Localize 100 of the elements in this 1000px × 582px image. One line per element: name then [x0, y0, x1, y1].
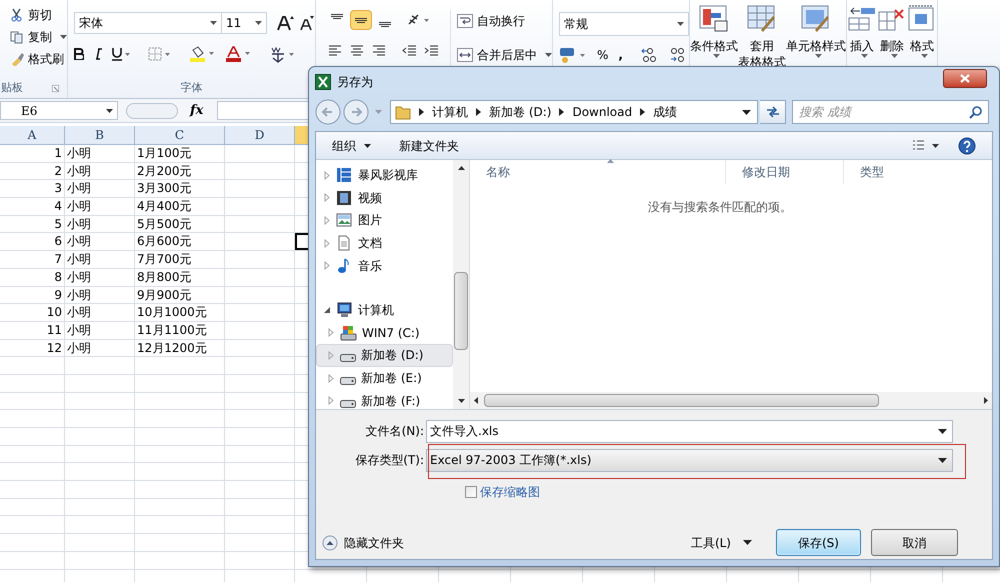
nav-item[interactable]: 新加卷 (F:) — [316, 389, 453, 409]
nav-item[interactable]: 图片 — [316, 209, 453, 232]
table-cell: 小明 — [65, 180, 135, 198]
horizontal-scrollbar[interactable] — [470, 392, 992, 409]
align-button[interactable] — [350, 10, 372, 30]
caret-icon[interactable] — [210, 21, 217, 25]
scroll-thumb[interactable] — [484, 394, 879, 407]
copy-icon — [10, 30, 24, 44]
organize-button[interactable]: 组织 — [332, 136, 371, 154]
tools-button[interactable]: 工具(L) — [690, 534, 752, 552]
breadcrumb-item[interactable]: Download — [572, 103, 632, 121]
table-cell: 6 — [0, 233, 65, 250]
caret-icon[interactable] — [106, 108, 113, 112]
percent-button[interactable]: % — [597, 46, 608, 64]
save-button[interactable]: 保存(S) — [776, 529, 861, 556]
splitter-handle[interactable] — [126, 102, 178, 118]
font-color-icon[interactable] — [226, 46, 252, 62]
underline-icon[interactable] — [112, 47, 130, 61]
clipboard-button[interactable]: 复制 — [0, 26, 67, 48]
clipboard-button[interactable]: 剪切 — [0, 4, 67, 26]
nav-item[interactable]: WIN7 (C:) — [316, 322, 453, 344]
ribbon-button[interactable]: 插入 — [847, 4, 877, 96]
table-cell: 10月1000元 — [135, 304, 225, 321]
increase-indent-icon[interactable] — [424, 44, 438, 57]
ribbon-button[interactable]: 条件格式 — [690, 4, 738, 96]
breadcrumb-item[interactable]: 成绩 — [653, 103, 678, 121]
field-label: 保存类型(T): — [354, 452, 425, 469]
font-size-field[interactable]: 11 — [222, 12, 267, 34]
refresh-button[interactable] — [760, 100, 786, 124]
new-folder-button[interactable]: 新建文件夹 — [399, 136, 459, 154]
align-center-icon[interactable] — [350, 44, 364, 57]
grow-font-icon[interactable] — [275, 15, 295, 31]
table-cell: 4 — [0, 198, 65, 215]
scroll-down-icon[interactable] — [458, 399, 464, 403]
breadcrumb-item[interactable]: 计算机 — [432, 103, 468, 121]
table-cell: 12月1200元 — [135, 340, 225, 356]
scissors-icon — [10, 8, 24, 22]
table-cell: 小明 — [65, 145, 135, 162]
caret-icon[interactable] — [60, 35, 67, 39]
ribbon-button[interactable]: 单元格样式 — [786, 4, 846, 96]
nav-item[interactable]: 文档 — [316, 232, 453, 254]
nav-item[interactable]: 暴风影视库 — [316, 164, 453, 187]
phonetic-icon[interactable] — [270, 45, 296, 63]
nav-item[interactable]: 计算机 — [316, 298, 453, 322]
table-cell: 11 — [0, 322, 65, 339]
dropdown-icon[interactable] — [742, 110, 751, 114]
currency-icon[interactable] — [559, 46, 587, 64]
nav-item[interactable]: 新加卷 (E:) — [316, 366, 453, 390]
column-header[interactable]: B — [65, 126, 135, 144]
scroll-left-icon[interactable] — [474, 397, 478, 404]
border-icon[interactable] — [148, 47, 172, 61]
align-left-icon[interactable] — [328, 44, 342, 57]
help-icon[interactable] — [958, 136, 976, 154]
merge-center-button[interactable]: 合并后居中 — [457, 44, 552, 66]
function-button[interactable]: fx — [190, 100, 204, 120]
caret-icon[interactable] — [545, 53, 552, 57]
clipboard-button[interactable]: 格式刷 — [0, 48, 67, 70]
caret-icon[interactable] — [255, 21, 262, 25]
cancel-button[interactable]: 取消 — [871, 529, 958, 556]
collapse-icon[interactable] — [323, 306, 331, 315]
scroll-thumb[interactable] — [454, 272, 468, 350]
column-header[interactable]: C — [135, 126, 225, 144]
scroll-right-icon[interactable] — [984, 397, 988, 404]
view-icon[interactable] — [912, 140, 940, 152]
save-type-dropdown[interactable]: Excel 97-2003 工作簿(*.xls) — [426, 448, 953, 472]
number-format-field[interactable]: 常规 — [559, 12, 689, 36]
vertical-scrollbar[interactable] — [453, 160, 470, 409]
hide-folders-button[interactable]: 隐藏文件夹 — [322, 534, 404, 552]
column-header[interactable]: 修改日期 — [726, 160, 844, 184]
align-icon — [379, 22, 391, 26]
align-right-icon[interactable] — [372, 44, 386, 57]
column-header[interactable]: 类型 — [844, 160, 904, 184]
table-cell: 8 — [0, 268, 65, 286]
increase-decimal-icon[interactable] — [640, 47, 659, 63]
checkbox-label[interactable]: 保存缩略图 — [480, 483, 540, 501]
file-name-field[interactable]: 文件导入.xls — [426, 420, 953, 442]
checkbox[interactable] — [465, 486, 477, 498]
caret-icon[interactable] — [677, 22, 684, 26]
nav-item[interactable]: 视频 — [316, 186, 453, 210]
drive-icon — [340, 377, 356, 386]
italic-icon[interactable] — [94, 48, 102, 60]
wrap-text-button[interactable]: 自动换行 — [457, 10, 552, 32]
scroll-up-icon[interactable] — [458, 166, 464, 170]
table-cell: 7月700元 — [135, 251, 225, 268]
fill-color-icon[interactable] — [190, 46, 216, 62]
shrink-font-icon[interactable] — [299, 15, 315, 31]
name-box[interactable]: E6 — [0, 101, 118, 120]
decrease-decimal-icon[interactable] — [668, 47, 687, 63]
column-header[interactable]: A — [0, 126, 65, 144]
ribbon-button[interactable]: 格式 — [907, 4, 937, 96]
font-name-field[interactable]: 宋体 — [74, 12, 222, 34]
breadcrumb-item[interactable]: 新加卷 (D:) — [489, 103, 552, 121]
decrease-indent-icon[interactable] — [402, 44, 416, 57]
close-button[interactable] — [943, 68, 987, 88]
address-bar[interactable]: 计算机 新加卷 (D:) Download 成绩 — [390, 100, 758, 124]
comma-button[interactable]: , — [618, 46, 623, 64]
bold-icon[interactable] — [74, 48, 84, 60]
nav-item[interactable]: 音乐 — [316, 254, 453, 277]
ribbon-button[interactable]: 删除 — [877, 4, 907, 96]
nav-item[interactable]: 新加卷 (D:) — [316, 344, 453, 367]
